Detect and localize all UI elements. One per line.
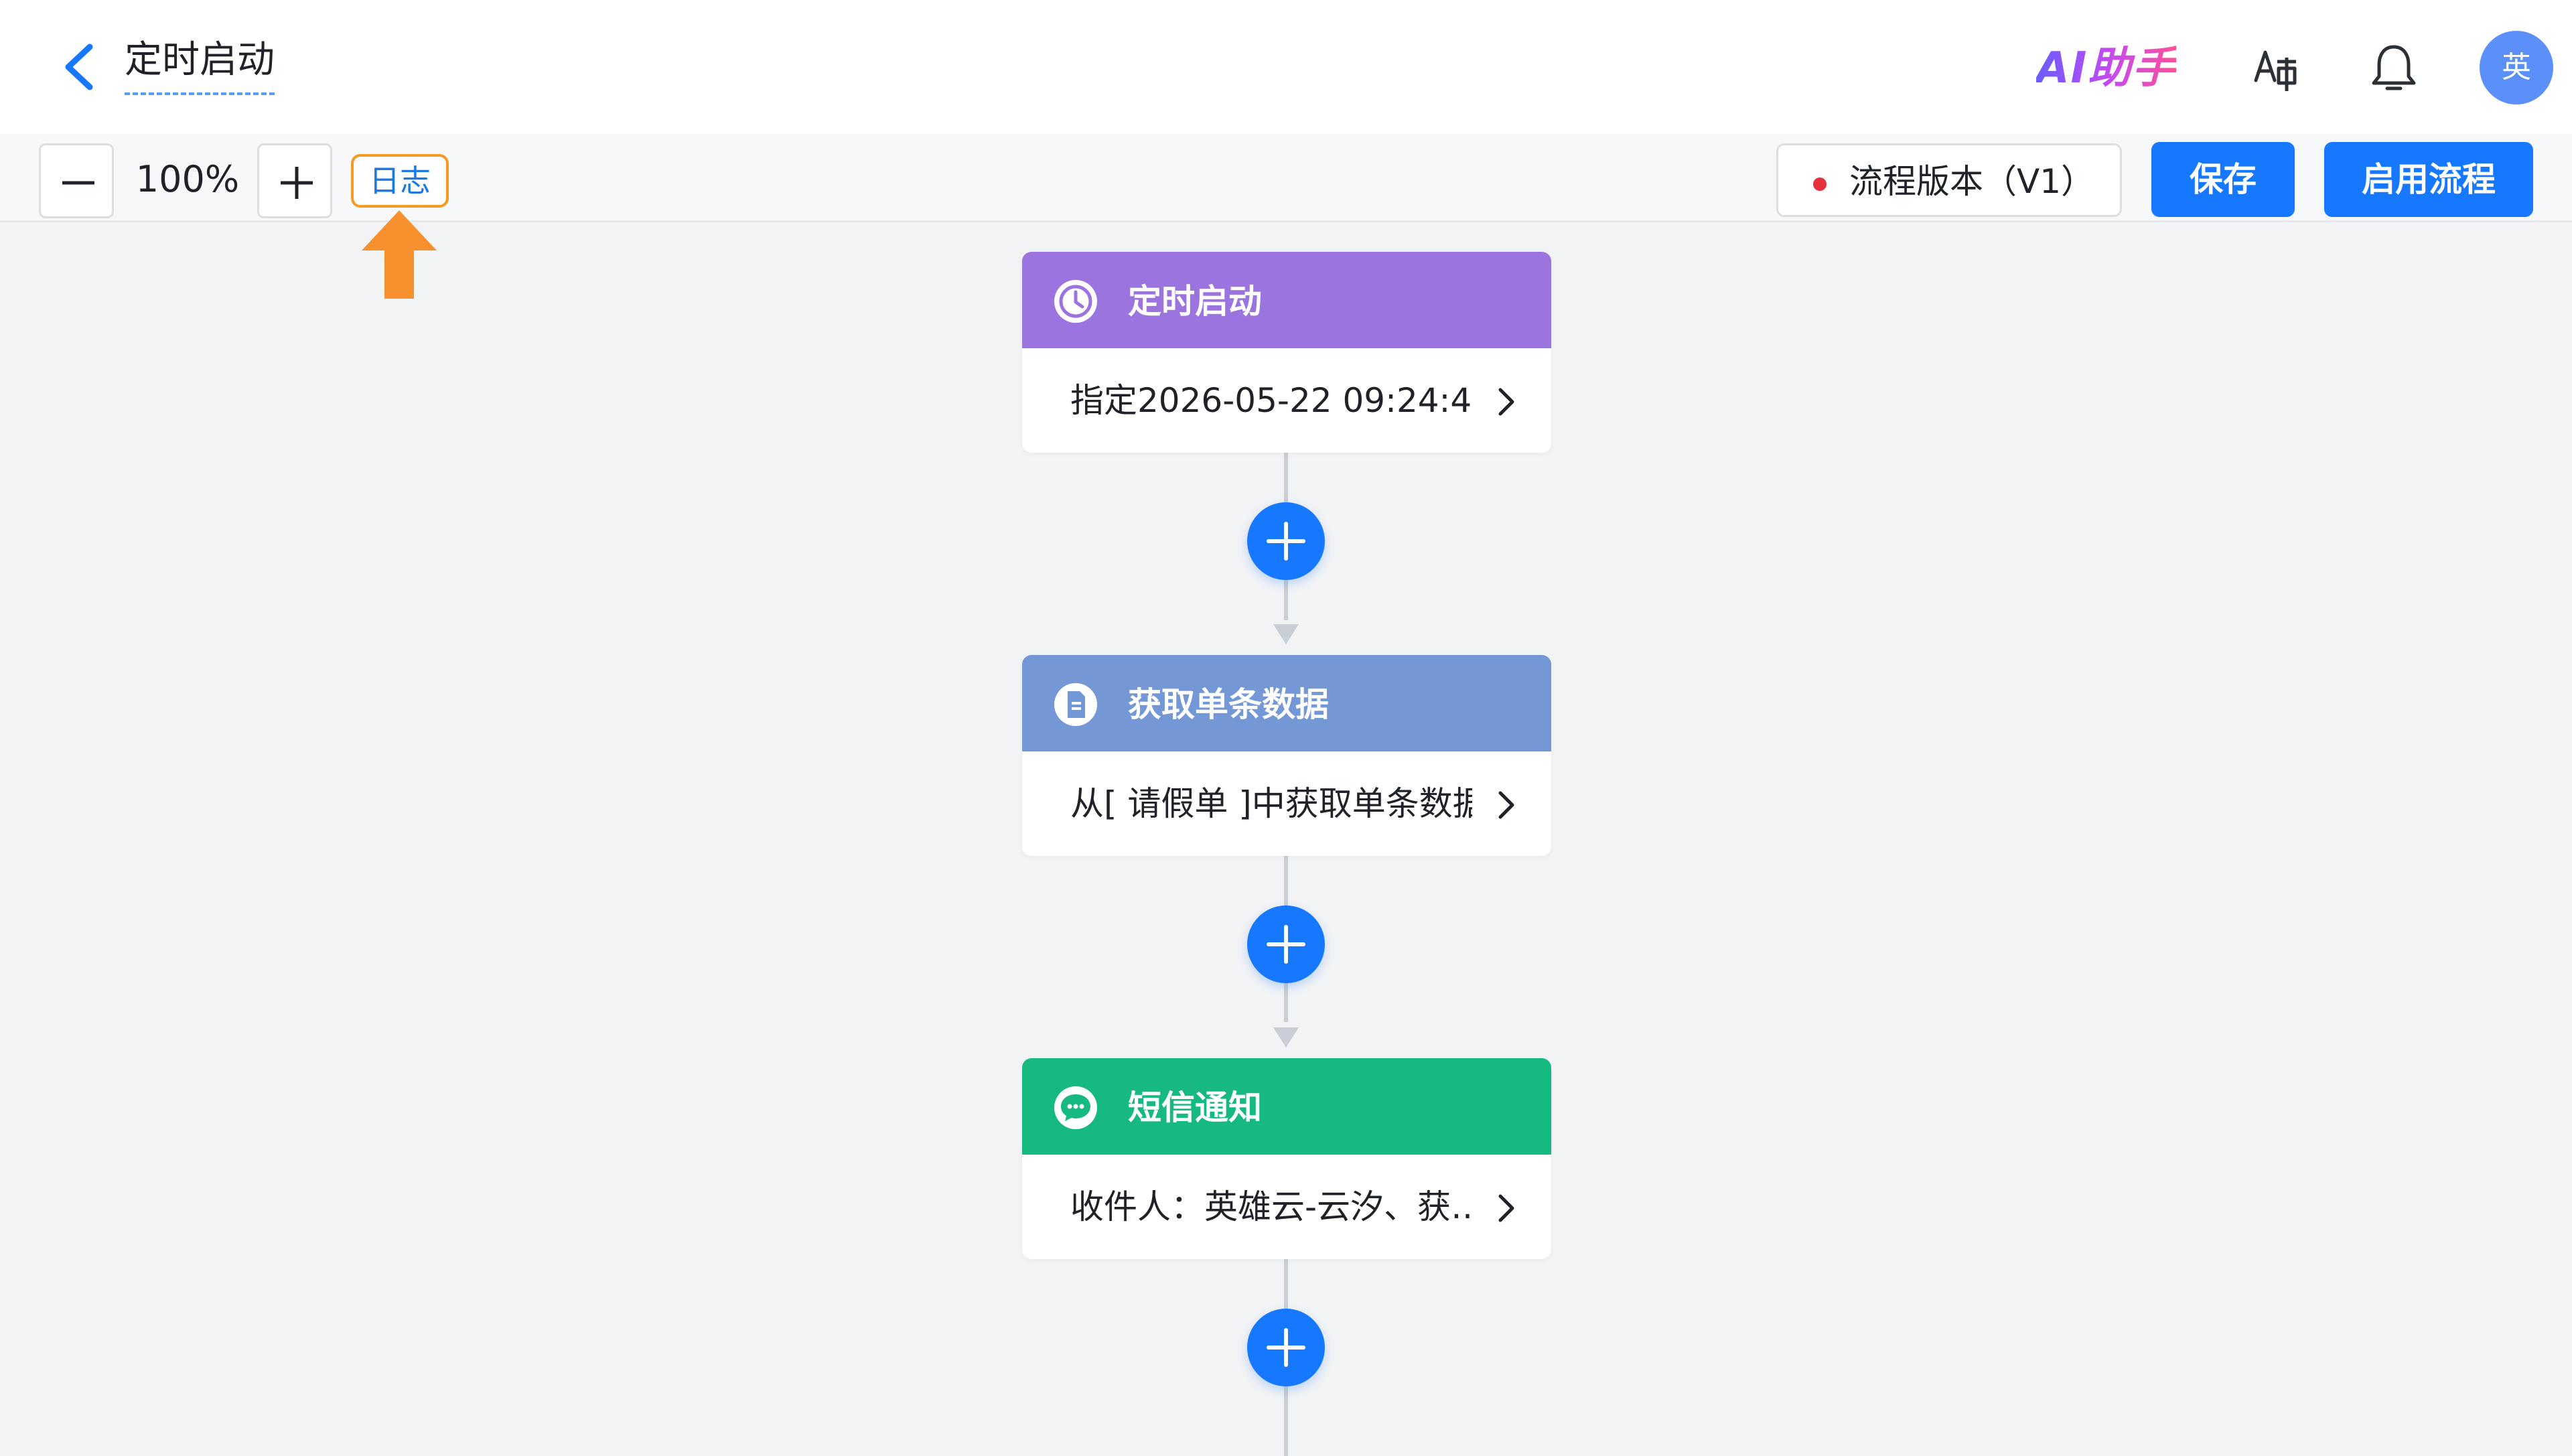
node-body[interactable]: 收件人：英雄云-云汐、获… (1022, 1155, 1551, 1259)
flow-canvas[interactable]: 定时启动 指定2026-05-22 09:24:40触… 获取单条数据 从[ 请… (0, 222, 2572, 1456)
message-icon (1054, 1086, 1097, 1129)
plus-icon (1267, 522, 1305, 561)
node-description: 从[ 请假单 ]中获取单条数据 (1070, 784, 1472, 823)
bell-icon[interactable] (2368, 42, 2419, 95)
node-header: 定时启动 (1022, 252, 1551, 348)
node-description: 指定2026-05-22 09:24:40触… (1070, 381, 1472, 420)
save-button[interactable]: 保存 (2151, 142, 2295, 217)
plus-icon (1267, 925, 1305, 964)
log-button[interactable]: 日志 (351, 154, 449, 208)
page-title[interactable]: 定时启动 (125, 33, 275, 95)
node-body[interactable]: 指定2026-05-22 09:24:40触… (1022, 348, 1551, 453)
top-header: 定时启动 AI助手 英 (0, 0, 2572, 134)
plus-icon (281, 167, 313, 199)
node-title: 获取单条数据 (1128, 685, 1329, 724)
connector-arrow-icon (1273, 1027, 1299, 1047)
clock-icon (1054, 280, 1097, 323)
add-node-button[interactable] (1247, 1309, 1325, 1386)
node-header: 获取单条数据 (1022, 655, 1551, 751)
document-icon (1054, 683, 1097, 726)
version-label: 流程版本（V1） (1849, 162, 2095, 201)
node-title: 短信通知 (1128, 1088, 1262, 1127)
user-avatar[interactable]: 英 (2480, 31, 2553, 104)
node-title: 定时启动 (1128, 282, 1262, 321)
node-header: 短信通知 (1022, 1058, 1551, 1155)
zoom-in-button[interactable] (257, 143, 332, 218)
add-node-button[interactable] (1247, 502, 1325, 580)
chevron-right-icon (1498, 388, 1514, 416)
version-status-dot (1813, 177, 1827, 191)
add-node-button[interactable] (1247, 905, 1325, 983)
chevron-left-icon[interactable] (59, 40, 99, 94)
zoom-level: 100% (135, 158, 240, 200)
node-body[interactable]: 从[ 请假单 ]中获取单条数据 (1022, 751, 1551, 856)
zoom-out-button[interactable] (39, 143, 114, 218)
version-selector[interactable]: 流程版本（V1） (1776, 143, 2122, 217)
plus-icon (1267, 1328, 1305, 1367)
chevron-right-icon (1498, 791, 1514, 819)
connector-arrow-icon (1273, 624, 1299, 644)
flow-node-sms-notify[interactable]: 短信通知 收件人：英雄云-云汐、获… (1022, 1058, 1551, 1259)
flow-node-get-record[interactable]: 获取单条数据 从[ 请假单 ]中获取单条数据 (1022, 655, 1551, 856)
ai-assistant-button[interactable]: AI助手 (2036, 42, 2176, 95)
enable-flow-button[interactable]: 启用流程 (2324, 142, 2533, 217)
flow-node-timer-start[interactable]: 定时启动 指定2026-05-22 09:24:40触… (1022, 252, 1551, 453)
translate-icon[interactable] (2252, 44, 2300, 92)
minus-icon (62, 181, 94, 185)
node-description: 收件人：英雄云-云汐、获… (1070, 1187, 1472, 1226)
chevron-right-icon (1498, 1194, 1514, 1222)
